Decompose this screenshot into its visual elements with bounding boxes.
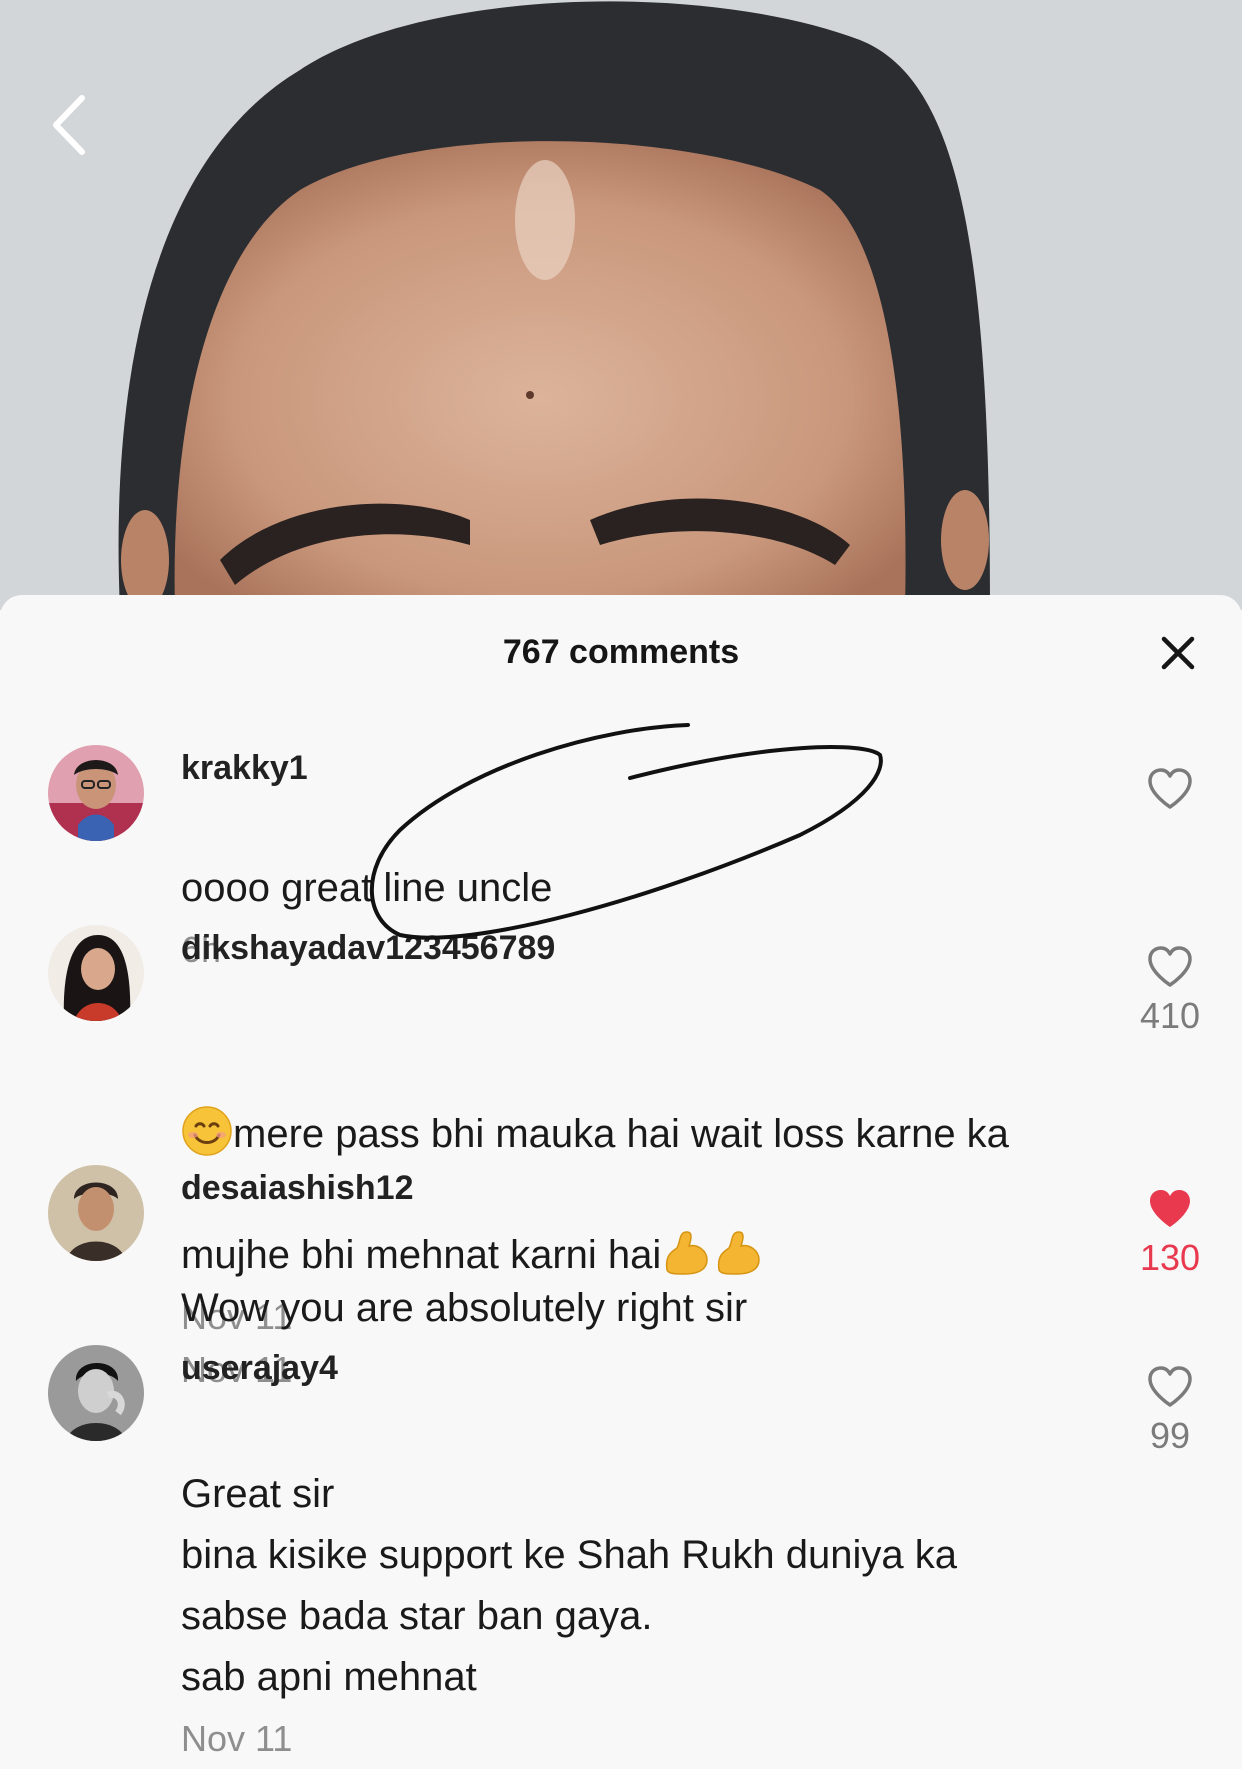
avatar[interactable] — [48, 1165, 144, 1261]
comment-username[interactable]: krakky1 — [181, 749, 308, 788]
back-button[interactable] — [40, 90, 100, 160]
comment-text: Great sir bina kisike support ke Shah Ru… — [181, 1403, 1081, 1769]
comment-item: userajay4 Great sir bina kisike support … — [0, 1345, 1242, 1759]
like-button[interactable]: 99 — [1130, 1365, 1210, 1457]
like-count: 130 — [1139, 1237, 1201, 1278]
comment-username[interactable]: dikshayadav123456789 — [181, 929, 555, 968]
like-button[interactable]: 130 — [1130, 1187, 1210, 1279]
video-frame-image — [0, 0, 1242, 610]
close-icon — [1161, 636, 1195, 670]
close-button[interactable] — [1160, 635, 1196, 671]
comment-time: Nov 11 — [181, 1718, 293, 1759]
comment-body: Wow you are absolutely right sir — [181, 1286, 748, 1330]
avatar[interactable] — [48, 1345, 144, 1441]
avatar[interactable] — [48, 745, 144, 841]
comment-item: dikshayadav123456789 mere pass bhi mauka… — [0, 925, 1242, 1337]
comment-username[interactable]: desaiashish12 — [181, 1169, 413, 1208]
comment-body: Great sir bina kisike support ke Shah Ru… — [181, 1472, 958, 1699]
like-button[interactable] — [1130, 767, 1210, 811]
chevron-left-icon — [53, 95, 85, 155]
heart-outline-icon — [1148, 768, 1192, 809]
comment-body: oooo great line uncle — [181, 866, 553, 910]
comments-count-title: 767 comments — [502, 633, 740, 671]
like-count: 99 — [1149, 1415, 1191, 1456]
avatar[interactable] — [48, 925, 144, 1021]
heart-outline-icon — [1148, 946, 1192, 987]
comment-username[interactable]: userajay4 — [181, 1349, 338, 1388]
comments-sheet: 767 comments krakky1 oooo great line unc… — [0, 595, 1242, 1759]
heart-outline-icon — [1148, 1366, 1192, 1407]
video-preview — [0, 0, 1242, 610]
comment-item: desaiashish12 Wow you are absolutely rig… — [0, 1165, 1242, 1390]
like-count: 410 — [1139, 995, 1201, 1036]
like-button[interactable]: 410 — [1130, 945, 1210, 1037]
smiling-face-icon — [181, 1044, 233, 1156]
heart-filled-icon — [1150, 1190, 1190, 1227]
comment-item: krakky1 oooo great line uncle 6h — [0, 745, 1242, 970]
